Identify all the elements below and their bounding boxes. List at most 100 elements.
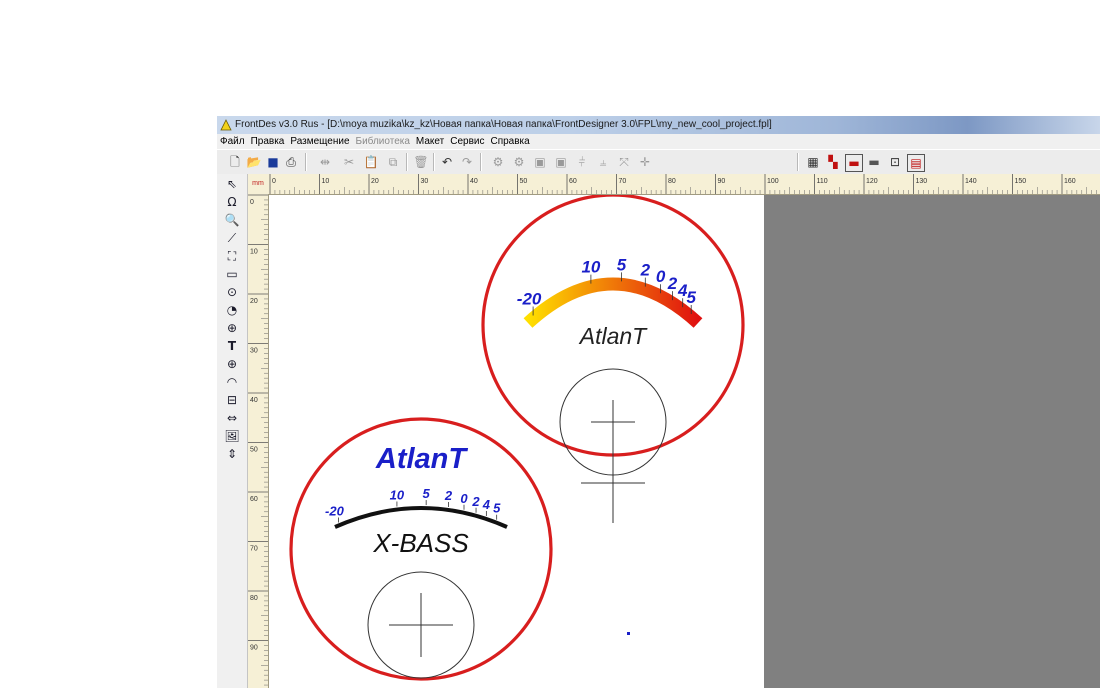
circle-tool-icon[interactable]: ⊙ (223, 284, 241, 300)
scale-label: 10 (390, 487, 405, 502)
ruler-label: 100 (767, 178, 779, 185)
menu-item[interactable]: Файл (217, 134, 248, 149)
menu-item[interactable]: Справка (487, 134, 532, 149)
scale-label: 2 (444, 488, 453, 503)
shape-layer-icon[interactable]: ⊡ (887, 154, 903, 170)
design-page[interactable]: -20 10 5 2 0 2 4 5 AtlanT AtlanT -20 10 … (269, 193, 764, 688)
toolbar-separator (433, 153, 435, 171)
ruler-label: 80 (668, 178, 676, 185)
window-title: FrontDes v3.0 Rus - [D:\moya muzika\kz_k… (235, 119, 772, 130)
scale-tool-icon[interactable]: ◠ (223, 374, 241, 390)
meter2-brand-label: AtlanT (375, 443, 469, 475)
pointer-tool-icon[interactable]: ⇖ (223, 176, 241, 192)
menu-item[interactable]: Размещение (287, 134, 352, 149)
save-icon[interactable]: ■ (265, 154, 281, 170)
distribute-icon[interactable]: ⤧ (616, 154, 632, 170)
color-layer-icon[interactable]: ▤ (907, 154, 925, 172)
bring-front-icon[interactable]: ▣ (532, 154, 548, 170)
duplicate-icon[interactable]: ⧉ (385, 154, 401, 170)
ruler-label: 40 (250, 397, 258, 404)
tools-panel: ⇖ Ω 🔍 ⟋ ⛶ ▭ ⊙ ◔ ⊕ T ⊕ ◠ ⊟ ⇔ 🖼 ⇕ (217, 174, 248, 688)
meter-tool-icon[interactable]: ⊟ (223, 392, 241, 408)
ruler-label: 40 (470, 178, 478, 185)
meter-panel-1[interactable]: -2010 5 2 0 2 4 5 AtlanT (481, 193, 745, 476)
toolbar-separator (797, 153, 799, 171)
red-layer-icon[interactable]: ▬ (845, 154, 863, 172)
ruler-label: 140 (965, 178, 977, 185)
menu-item[interactable]: Правка (248, 134, 288, 149)
scale-label: 0 (656, 267, 666, 286)
menu-item[interactable]: Макет (413, 134, 447, 149)
send-back-icon[interactable]: ▣ (553, 154, 569, 170)
title-bar: FrontDes v3.0 Rus - [D:\moya muzika\kz_k… (217, 116, 1100, 134)
meter2-scale-arc[interactable] (334, 506, 508, 529)
rectangle-tool-icon[interactable]: ▭ (223, 266, 241, 282)
ruler-label: 80 (250, 595, 258, 602)
ungroup-icon[interactable]: ⚙ (511, 154, 527, 170)
dimension-tool-icon[interactable]: ⇔ (223, 410, 241, 426)
redo-icon[interactable]: ↷ (459, 154, 475, 170)
hole-tool-icon[interactable]: ⊕ (223, 320, 241, 336)
scale-label: 2 (667, 274, 678, 293)
zoom-tool-icon[interactable]: 🔍 (223, 212, 241, 228)
align-vertical-icon[interactable]: ⫩ (574, 154, 590, 170)
paste-icon[interactable]: 📋 (363, 154, 379, 170)
gray-layer-icon[interactable]: ▬ (866, 154, 882, 170)
ruler-label: 120 (866, 178, 878, 185)
ruler-label: 50 (250, 447, 258, 454)
design-canvas[interactable]: -2010 5 2 0 2 4 5 AtlanT AtlanT -2010 5 … (269, 193, 764, 688)
ruler-label: 90 (718, 178, 726, 185)
meter2-model-label: X-BASS (372, 528, 469, 558)
ruler-label: 70 (250, 546, 258, 553)
ruler-label: 50 (520, 178, 528, 185)
scale-label: -20 (517, 289, 542, 308)
toolbar-separator (305, 153, 307, 171)
grid-icon[interactable]: ▦ (805, 154, 821, 170)
ruler-label: 70 (619, 178, 627, 185)
new-file-icon[interactable]: 🗋 (227, 154, 243, 170)
crosshair-tool-icon[interactable]: ⊕ (223, 356, 241, 372)
group-icon[interactable]: ⚙ (490, 154, 506, 170)
horizontal-ruler: 0 10 20 30 40 50 60 70 80 90 100 110 120 130 140 150 160 (268, 174, 1100, 195)
print-icon[interactable]: ⎙ (283, 154, 299, 170)
menu-item[interactable]: Библиотека (353, 134, 413, 149)
open-folder-icon[interactable]: 📂 (246, 154, 262, 170)
rotate-tool-icon[interactable]: Ω (223, 194, 241, 210)
center-icon[interactable]: ✛ (637, 154, 653, 170)
toolbar: 🗋 📂 ■ ⎙ ⇹ ✂ 📋 ⧉ 🗑 ↶ ↷ ⚙ ⚙ ▣ ▣ ⫩ ⫨ ⤧ ✛ ▦ … (217, 149, 1100, 175)
polyline-tool-icon[interactable]: ⛶ (223, 248, 241, 264)
scale-label: 0 (460, 491, 468, 506)
origin-marker (627, 632, 630, 635)
workspace[interactable]: -20 10 5 2 0 2 4 5 AtlanT AtlanT -20 10 … (269, 193, 1100, 688)
horizontal-ruler-scale: 0 10 20 30 40 50 60 70 80 90 100 110 120 130 140 150 160 (269, 174, 1097, 194)
scale-label: 5 (493, 501, 501, 516)
snap-icon[interactable]: ▚ (825, 154, 841, 170)
scale-label: 2 (471, 494, 480, 509)
vertical-ruler: 0 10 20 30 40 50 60 70 80 90 (248, 194, 269, 688)
measure-icon[interactable]: ⇹ (317, 154, 333, 170)
align-horizontal-icon[interactable]: ⫨ (595, 154, 611, 170)
delete-icon[interactable]: 🗑 (413, 154, 429, 170)
ruler-label: 90 (250, 645, 258, 652)
menu-item[interactable]: Сервис (447, 134, 487, 149)
cut-icon[interactable]: ✂ (341, 154, 357, 170)
meter-panel-2[interactable]: AtlanT -2010 5 2 0 2 4 5 X-BASS (289, 417, 553, 681)
ruler-label: 110 (817, 178, 828, 185)
undo-icon[interactable]: ↶ (439, 154, 455, 170)
line-tool-icon[interactable]: ⟋ (223, 230, 241, 246)
menu-bar: Файл Правка Размещение Библиотека Макет Серви… (217, 134, 1100, 149)
text-tool-icon[interactable]: T (223, 338, 241, 354)
ruler-label: 20 (250, 298, 258, 305)
ruler-label: 60 (250, 496, 258, 503)
image-tool-icon[interactable]: 🖼 (223, 428, 241, 444)
ruler-label: 0 (250, 199, 254, 206)
scale-label: 5 (423, 486, 431, 501)
arc-tool-icon[interactable]: ◔ (223, 302, 241, 318)
ruler-label: 30 (421, 178, 429, 185)
meter1-brand-label: AtlanT (578, 323, 648, 349)
ruler-label: 30 (250, 348, 258, 355)
toolbar-separator (406, 153, 408, 171)
scale-label: 5 (686, 288, 696, 307)
scale-label: 4 (482, 497, 491, 512)
vertical-dimension-tool-icon[interactable]: ⇕ (223, 446, 241, 462)
